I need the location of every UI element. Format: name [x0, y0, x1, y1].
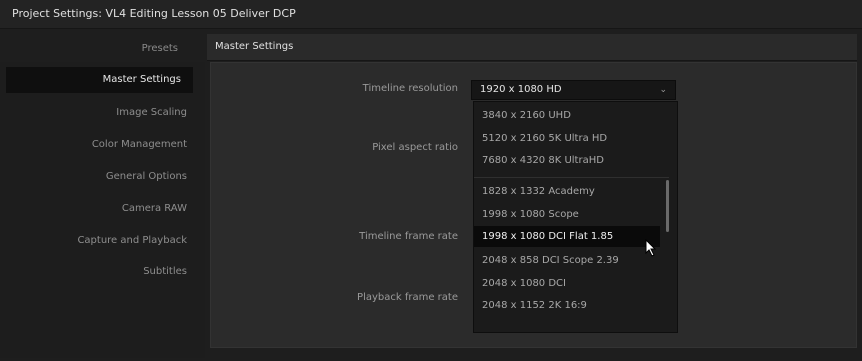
project-settings-window: Project Settings: VL4 Editing Lesson 05 …: [0, 0, 862, 361]
tab-bar: Master Settings: [207, 34, 857, 61]
window-title: Project Settings: VL4 Editing Lesson 05 …: [12, 7, 296, 20]
dropdown-option[interactable]: 1828 x 1332 Academy: [482, 186, 662, 197]
dropdown-option[interactable]: 2048 x 1152 2K 16:9: [482, 300, 662, 311]
timeline-resolution-label: Timeline resolution: [362, 83, 458, 94]
sidebar-item-camera-raw[interactable]: Camera RAW: [0, 203, 187, 214]
title-bar: Project Settings: VL4 Editing Lesson 05 …: [0, 0, 862, 29]
sidebar-item-general-options[interactable]: General Options: [0, 171, 187, 182]
resolution-dropdown-list[interactable]: 3840 x 2160 UHD 5120 x 2160 5K Ultra HD …: [473, 101, 678, 333]
timeline-frame-rate-label: Timeline frame rate: [359, 231, 458, 242]
sidebar-item-image-scaling[interactable]: Image Scaling: [0, 107, 187, 118]
timeline-resolution-value: 1920 x 1080 HD: [480, 84, 562, 95]
tab-master-settings[interactable]: Master Settings: [215, 41, 293, 52]
dropdown-option[interactable]: 1998 x 1080 Scope: [482, 209, 662, 220]
sidebar: Master Settings Image Scaling Color Mana…: [0, 62, 205, 358]
sidebar-item-master-settings[interactable]: Master Settings: [6, 67, 193, 93]
dropdown-option[interactable]: 2048 x 1080 DCI: [482, 278, 662, 289]
dropdown-scrollbar[interactable]: [666, 180, 669, 232]
presets-label[interactable]: Presets: [126, 43, 178, 54]
playback-frame-rate-label: Playback frame rate: [357, 292, 458, 303]
dropdown-divider: [474, 177, 669, 178]
dropdown-option[interactable]: 7680 x 4320 8K UltraHD: [482, 155, 662, 166]
dropdown-option[interactable]: 2048 x 858 DCI Scope 2.39: [482, 255, 662, 266]
chevron-down-icon: ⌄: [659, 85, 667, 95]
mouse-pointer-icon: [645, 239, 657, 257]
dropdown-option[interactable]: 3840 x 2160 UHD: [482, 110, 662, 121]
sidebar-item-color-management[interactable]: Color Management: [0, 139, 187, 150]
dropdown-option-highlighted[interactable]: 1998 x 1080 DCI Flat 1.85: [474, 226, 660, 247]
sidebar-item-capture-and-playback[interactable]: Capture and Playback: [0, 235, 187, 246]
timeline-resolution-select[interactable]: 1920 x 1080 HD ⌄: [471, 80, 676, 100]
sidebar-item-subtitles[interactable]: Subtitles: [0, 266, 187, 277]
dropdown-option[interactable]: 5120 x 2160 5K Ultra HD: [482, 133, 662, 144]
pixel-aspect-ratio-label: Pixel aspect ratio: [372, 142, 458, 153]
